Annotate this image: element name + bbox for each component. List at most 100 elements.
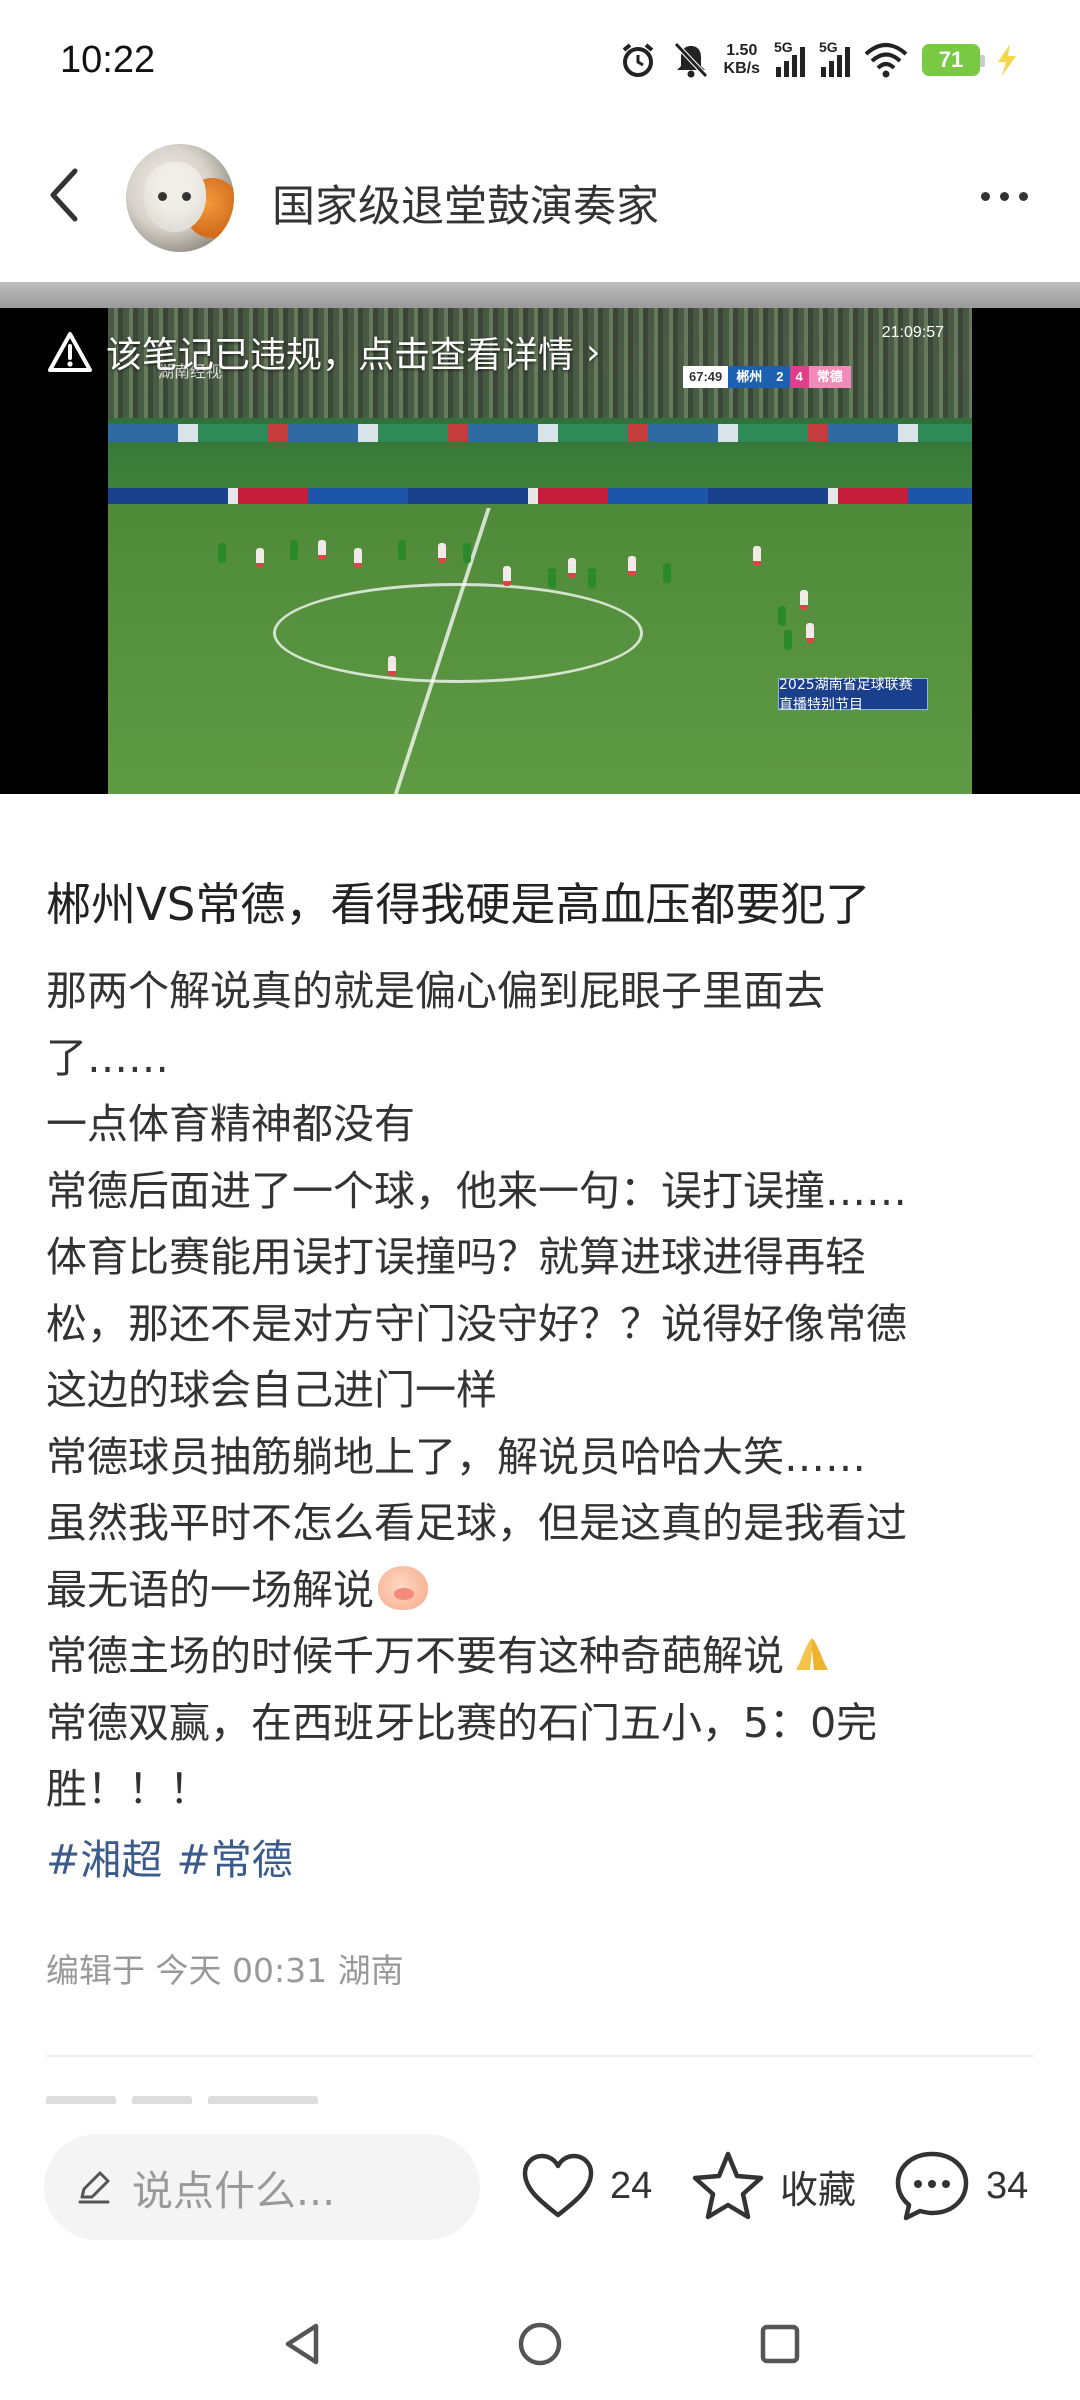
body-line: 松，那还不是对方守门没守好？？说得好像常德: [46, 1299, 907, 1348]
broadcast-tag: 2025湖南省足球联赛 直播特别节目: [778, 677, 928, 713]
signal-2-label: 5G: [819, 39, 838, 55]
body-line-with-emoji: 最无语的一场解说: [46, 1557, 1036, 1624]
status-icons: 1.50 KB/s 5G 5G 71: [618, 39, 1020, 80]
mute-icon: [672, 40, 710, 80]
signal-1-icon: 5G: [774, 39, 805, 77]
scoreboard: 67:49 郴州 2 4 常德: [683, 366, 851, 388]
hashtag-link[interactable]: #湘超: [46, 1826, 162, 1886]
sweating-pig-emoji-icon: [378, 1565, 428, 1610]
network-speed: 1.50 KB/s: [724, 42, 760, 78]
player: [463, 543, 471, 563]
player: [806, 623, 814, 643]
wifi-icon: [864, 42, 908, 78]
divider: [46, 2055, 1034, 2057]
player: [568, 558, 576, 578]
body-line: 虽然我平时不怎么看足球，但是这真的是我看过: [46, 1499, 907, 1547]
body-line-with-emoji: 常德主场的时候千万不要有这种奇葩解说: [46, 1623, 1036, 1690]
avatar-cat-face: [144, 162, 206, 232]
nav-recents-button[interactable]: [748, 2312, 812, 2376]
player: [218, 543, 226, 563]
home-team: 郴州: [728, 366, 771, 388]
net-speed-value: 1.50: [726, 42, 758, 59]
charging-icon: [994, 42, 1020, 78]
back-button[interactable]: [30, 160, 100, 230]
away-score: 4: [789, 366, 809, 388]
player: [256, 548, 264, 568]
edit-info: 编辑于 今天 00:31 湖南: [46, 1951, 404, 1990]
away-team: 常德: [808, 366, 851, 388]
video-frame: 湖南经视 21:09:57 67:49 郴州 2 4 常德 2025湖南省足球联…: [108, 308, 972, 794]
body-line: 常德双赢，在西班牙比赛的石门五小，5：0完: [46, 1698, 878, 1747]
more-dot-icon: [980, 191, 990, 201]
body-line: 体育比赛能用误打误撞吗？就算进球进得再轻: [46, 1233, 866, 1281]
post-body: 那两个解说真的就是偏心偏到屁眼子里面去 了…… 一点体育精神都没有 常德后面进了…: [46, 958, 1036, 1823]
player: [663, 563, 671, 583]
signal-2-icon: 5G: [819, 39, 850, 77]
player: [388, 656, 396, 676]
player: [290, 540, 298, 560]
chevron-right-icon: ›: [586, 331, 601, 373]
player: [354, 548, 362, 568]
post-title: 郴州VS常德，看得我硬是高血压都要犯了: [46, 878, 871, 931]
signal-1-label: 5G: [774, 39, 793, 55]
player: [438, 543, 446, 563]
hashtag-link[interactable]: #常德: [176, 1826, 292, 1886]
player: [784, 630, 792, 650]
home-score: 2: [770, 366, 790, 388]
body-line: 常德后面进了一个球，他来一句：误打误撞……: [46, 1166, 907, 1215]
triangle-back-icon: [285, 2323, 319, 2365]
square-recents-icon: [760, 2324, 800, 2364]
player: [753, 546, 761, 566]
hashtag-list: #湘超 #常德: [46, 1826, 293, 1886]
body-line: 最无语的一场解说: [46, 1565, 374, 1614]
body-line: 胜！！！: [46, 1765, 210, 1813]
violation-notice[interactable]: 该笔记已违规，点击查看详情 ›: [46, 326, 600, 378]
avatar[interactable]: [126, 144, 234, 252]
more-dot-icon: [1018, 191, 1028, 201]
player: [628, 556, 636, 576]
video-top-band: [0, 282, 1080, 308]
pen-icon: [78, 2171, 110, 2204]
body-line: 这边的球会自己进门一样: [46, 1366, 497, 1414]
star-icon: [692, 2151, 764, 2220]
match-time: 67:49: [683, 366, 729, 388]
bottom-action-bar: 说点什么... 24 收藏 34: [0, 2104, 1080, 2284]
collect-button[interactable]: 收藏: [690, 2144, 856, 2228]
body-line: 那两个解说真的就是偏心偏到屁眼子里面去: [46, 967, 825, 1015]
praying-hands-emoji-icon: [790, 1629, 834, 1673]
comment-button[interactable]: 34: [892, 2144, 1028, 2228]
like-count: 24: [610, 2164, 653, 2207]
body-line: 常德球员抽筋躺地上了，解说员哈哈大笑……: [46, 1432, 866, 1481]
nav-back-button[interactable]: [270, 2312, 334, 2376]
player: [318, 540, 326, 560]
comment-count: 34: [986, 2164, 1029, 2207]
comment-input[interactable]: 说点什么...: [44, 2134, 480, 2240]
author-name[interactable]: 国家级退堂鼓演奏家: [272, 172, 659, 234]
comment-bubble-icon: [895, 2151, 969, 2221]
post-header: 国家级退堂鼓演奏家: [0, 130, 1080, 260]
circle-home-icon: [518, 2322, 562, 2366]
like-button[interactable]: 24: [520, 2144, 652, 2228]
comments-section-peek: [46, 2086, 746, 2106]
collect-label: 收藏: [780, 2167, 857, 2212]
status-time: 10:22: [60, 38, 156, 81]
heart-icon: [522, 2153, 594, 2218]
body-line: 了……: [46, 1033, 169, 1082]
video-player[interactable]: 湖南经视 21:09:57 67:49 郴州 2 4 常德 2025湖南省足球联…: [0, 308, 1080, 794]
comment-placeholder: 说点什么...: [132, 2167, 336, 2215]
player: [588, 568, 596, 588]
ad-board-lower: [108, 488, 972, 504]
alarm-icon: [618, 40, 658, 80]
player: [503, 566, 511, 586]
nav-home-button[interactable]: [508, 2312, 572, 2376]
ad-board-upper: [108, 424, 972, 442]
back-arrow-icon: [50, 168, 78, 222]
broadcast-clock: 21:09:57: [881, 324, 944, 341]
player: [800, 590, 808, 610]
more-options-button[interactable]: [964, 166, 1044, 226]
system-nav-bar: [0, 2290, 1080, 2400]
battery-indicator: 71: [922, 44, 985, 76]
player: [778, 606, 786, 626]
body-line: 常德主场的时候千万不要有这种奇葩解说: [46, 1632, 784, 1680]
center-circle: [273, 583, 643, 683]
